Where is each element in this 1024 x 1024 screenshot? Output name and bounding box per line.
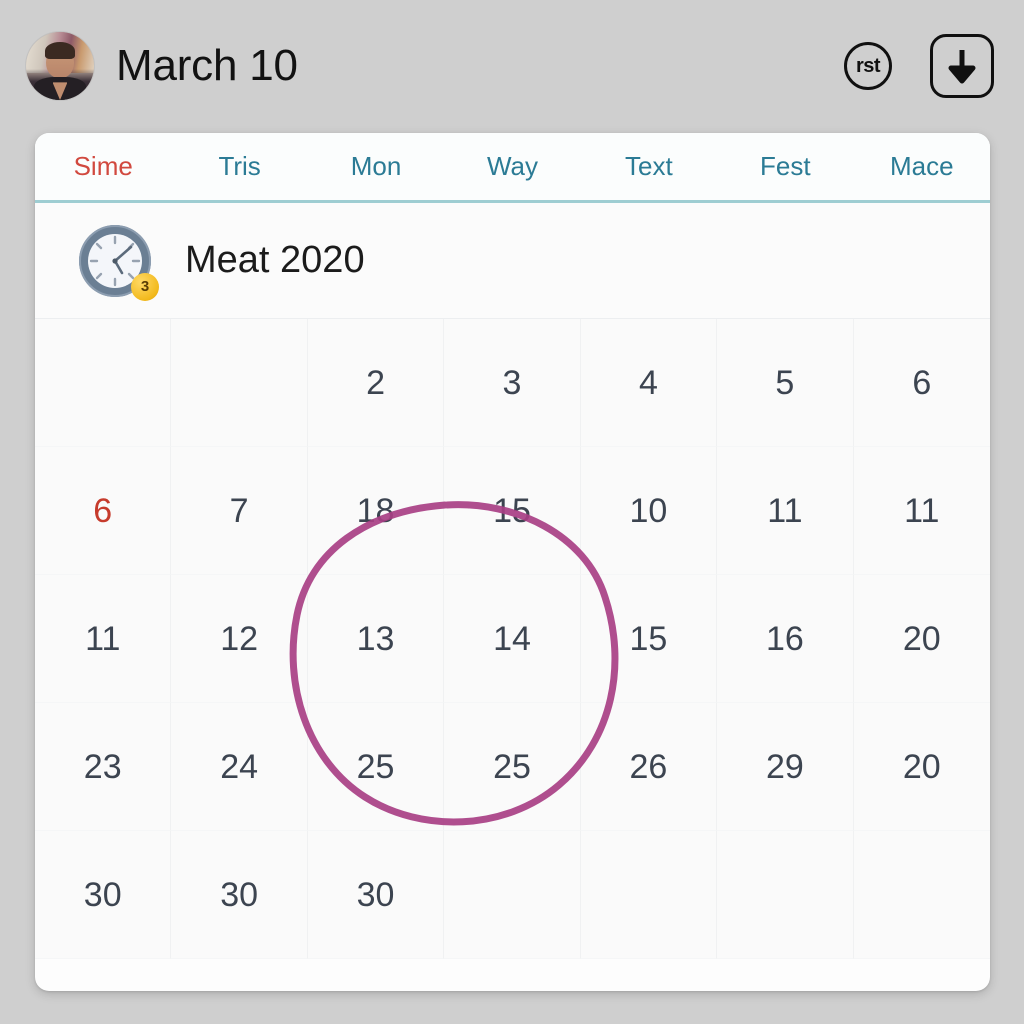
calendar-cell[interactable]: 30 (35, 831, 172, 959)
calendar-cell[interactable]: 23 (35, 703, 172, 831)
day-number: 30 (356, 875, 395, 914)
day-number: 13 (356, 619, 395, 658)
day-number: 15 (493, 491, 531, 530)
tab-mace[interactable]: Mace (854, 151, 990, 182)
clock-badge: 3 (131, 272, 159, 301)
day-number: 25 (493, 747, 531, 786)
download-icon[interactable] (930, 34, 994, 98)
day-number: 30 (220, 875, 259, 914)
calendar-cell[interactable]: 30 (171, 831, 308, 959)
day-number: 4 (638, 363, 658, 402)
calendar-cell[interactable]: 26 (580, 703, 718, 831)
day-number: 14 (493, 619, 531, 658)
calendar-cell[interactable]: 6 (35, 447, 172, 575)
day-number: 11 (904, 491, 940, 530)
calendar-cell[interactable] (717, 831, 854, 959)
calendar-grid: 2 3 4 5 6 6 7 18 15 10 11 11 11 12 13 14… (35, 319, 990, 959)
calendar-cell[interactable]: 7 (171, 447, 308, 575)
calendar-cell[interactable]: 25 (444, 703, 581, 831)
avatar-hair (45, 41, 75, 60)
day-number: 11 (767, 491, 803, 530)
tab-sime[interactable]: Sime (35, 151, 171, 182)
calendar-cell[interactable]: 18 (307, 447, 445, 575)
calendar-cell[interactable]: 13 (307, 575, 445, 703)
day-number: 11 (85, 619, 121, 658)
day-number: 7 (229, 491, 249, 530)
day-number: 12 (220, 619, 259, 658)
day-number: 29 (765, 747, 804, 786)
tab-tris[interactable]: Tris (171, 151, 307, 182)
day-number: 10 (629, 491, 668, 530)
calendar-cell[interactable]: 6 (853, 319, 990, 447)
calendar-cell[interactable]: 15 (444, 447, 581, 575)
page-title: March 10 (116, 41, 298, 90)
calendar-cell[interactable]: 14 (444, 575, 581, 703)
calendar-cell[interactable] (853, 831, 990, 959)
day-number: 26 (629, 747, 668, 786)
calendar-cell[interactable] (580, 831, 718, 959)
day-number: 30 (83, 875, 122, 914)
clock-icon: 3 (75, 221, 159, 301)
calendar-cell[interactable]: 2 (307, 319, 445, 447)
calendar-cell[interactable]: 5 (717, 319, 854, 447)
calendar-cell[interactable]: 11 (853, 447, 990, 575)
calendar-cell[interactable]: 20 (853, 703, 990, 831)
day-number: 16 (765, 619, 804, 658)
calendar-cell[interactable]: 11 (717, 447, 854, 575)
day-number: 6 (912, 363, 932, 402)
day-number: 15 (629, 619, 668, 658)
tab-bar: Sime Tris Mon Way Text Fest Mace (35, 133, 990, 203)
day-number: 2 (366, 363, 386, 402)
month-title: Meat 2020 (185, 239, 365, 281)
calendar-cell[interactable]: 3 (444, 319, 581, 447)
app-header: March 10 rst (0, 0, 1024, 132)
tab-text[interactable]: Text (581, 151, 717, 182)
tab-mon[interactable]: Mon (308, 151, 444, 182)
rst-icon[interactable]: rst (844, 42, 892, 90)
calendar-cell[interactable] (35, 319, 172, 447)
day-number: 5 (775, 363, 795, 402)
avatar[interactable] (26, 32, 94, 100)
calendar-cell[interactable]: 29 (717, 703, 854, 831)
day-number: 24 (220, 747, 259, 786)
day-number: 23 (83, 747, 122, 786)
calendar-cell[interactable]: 11 (35, 575, 172, 703)
calendar-cell[interactable]: 30 (307, 831, 445, 959)
calendar-cell[interactable]: 24 (171, 703, 308, 831)
tab-way[interactable]: Way (444, 151, 580, 182)
day-number: 6 (93, 491, 113, 530)
calendar-cell[interactable]: 16 (717, 575, 854, 703)
rst-icon-label: rst (855, 55, 881, 77)
month-header: 3 Meat 2020 (35, 203, 990, 319)
day-number: 20 (902, 619, 941, 658)
calendar-cell[interactable]: 20 (853, 575, 990, 703)
day-number: 18 (356, 491, 395, 530)
calendar-app-window: March 10 rst Sime Tris Mon Way Text Fest… (0, 0, 1024, 1024)
tab-fest[interactable]: Fest (717, 151, 853, 182)
day-number: 25 (356, 747, 395, 786)
calendar-cell[interactable]: 10 (580, 447, 718, 575)
calendar-cell[interactable] (444, 831, 581, 959)
calendar-cell[interactable] (171, 319, 308, 447)
calendar-cell[interactable]: 25 (307, 703, 445, 831)
calendar-card: Sime Tris Mon Way Text Fest Mace 3 Meat … (35, 133, 990, 991)
calendar-cell[interactable]: 12 (171, 575, 308, 703)
day-number: 3 (502, 363, 522, 402)
day-number: 20 (902, 747, 941, 786)
calendar-cell[interactable]: 15 (580, 575, 718, 703)
calendar-cell[interactable]: 4 (580, 319, 718, 447)
